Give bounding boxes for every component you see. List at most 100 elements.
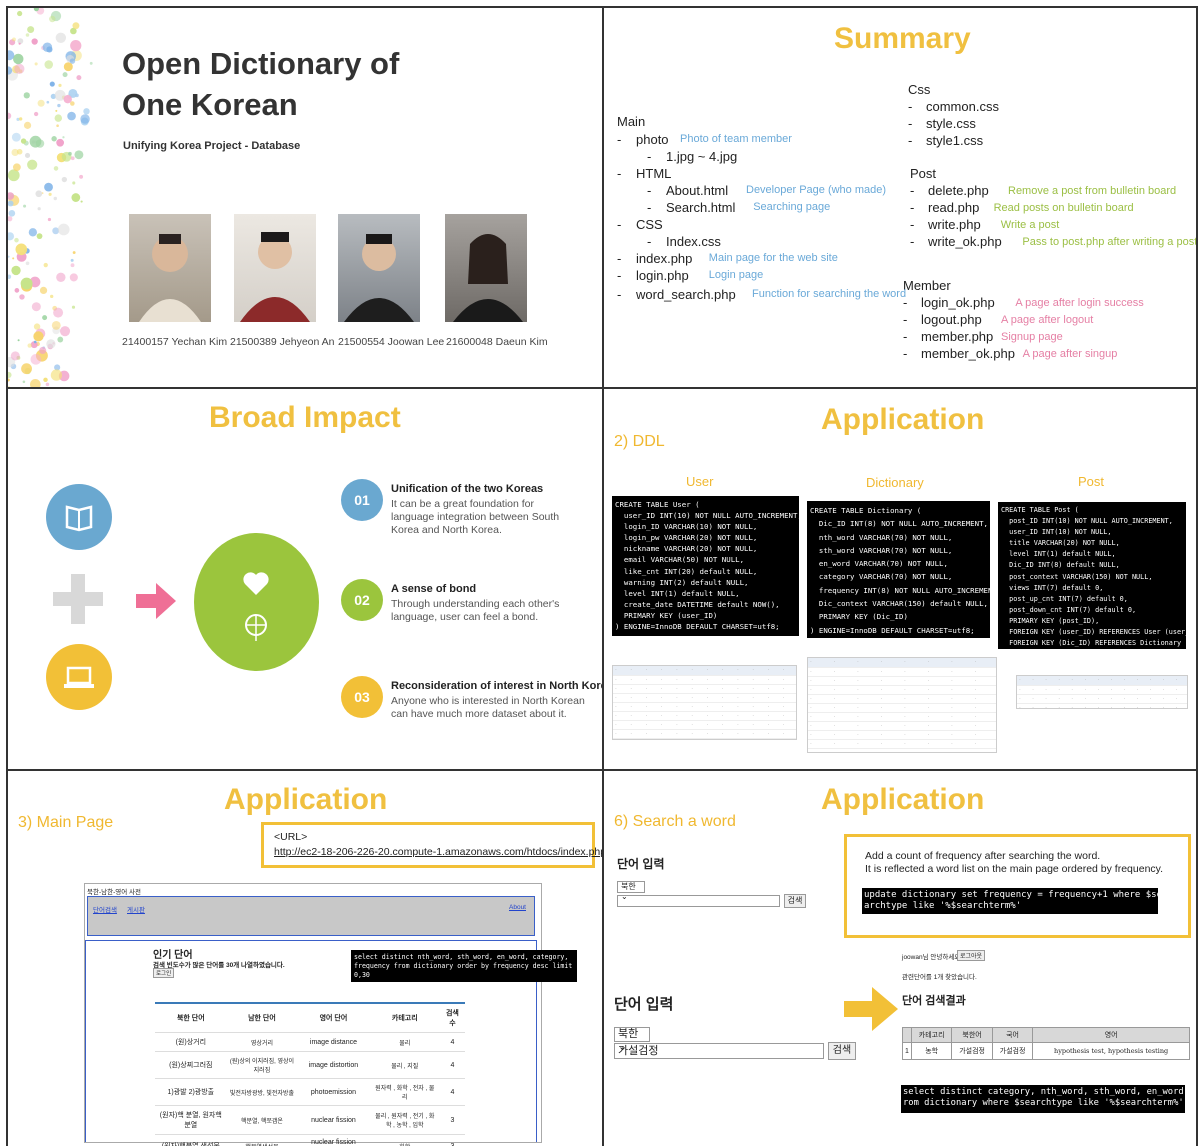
member-item-note: A page after login success (1015, 297, 1144, 309)
preview-cell: · (902, 703, 926, 713)
preview-cell: · (719, 675, 735, 685)
preview-cell: · (949, 712, 973, 722)
small-type-select[interactable]: 북한⌄ (617, 881, 645, 901)
result-cell: 가설검정 (991, 1042, 1034, 1060)
preview-cell: · (972, 712, 996, 722)
login-button[interactable]: 로그인 (153, 968, 175, 978)
preview-cell: · (658, 675, 674, 685)
preview-cell: · (1095, 676, 1109, 686)
preview-cell: · (949, 694, 973, 704)
preview-cell: · (750, 666, 766, 676)
big-search-button[interactable]: 검색 (828, 1042, 856, 1060)
result-cell: hypothesis test, hypothesis testing (1032, 1042, 1190, 1060)
main-item: CSS (636, 217, 663, 232)
main-item-dash: - (617, 268, 622, 283)
preview-cell: · (878, 685, 902, 695)
preview-cell: · (628, 720, 644, 730)
preview-cell: · (855, 676, 879, 686)
css-item: common.css (926, 99, 999, 114)
member-item-dash: - (903, 312, 908, 327)
user-table-preview: · · · · · · · · · · · · · · · · · · · · · · · · · · · · · · · · · · · · · · · ·… (612, 665, 797, 740)
big-search-input[interactable]: 가설검정 (614, 1043, 824, 1059)
nav-about[interactable]: About (509, 904, 526, 911)
preview-cell: · (831, 658, 855, 668)
preview-cell: · (704, 666, 720, 676)
preview-cell: · (750, 738, 766, 739)
nav-board[interactable]: 게시판 (127, 904, 145, 914)
member-name-4: 21600048 Daeun Kim (446, 336, 548, 348)
preview-cell: · (1095, 694, 1109, 704)
preview-cell: · (643, 729, 659, 739)
preview-cell: · (1173, 703, 1187, 708)
big-type-select[interactable]: 북한⌄ (614, 1027, 650, 1053)
preview-cell: · (674, 666, 690, 676)
preview-cell: · (878, 694, 902, 704)
preview-cell: · (704, 738, 720, 739)
member-item-dash: - (903, 346, 908, 361)
preview-cell: · (808, 676, 832, 686)
preview-cell: · (1082, 694, 1096, 704)
url-link[interactable]: http://ec2-18-206-226-20.compute-1.amazo… (274, 846, 602, 858)
preview-cell: · (1043, 703, 1057, 708)
preview-cell: · (643, 666, 659, 676)
preview-cell: · (719, 666, 735, 676)
result-header-cell: 북한어 (951, 1027, 993, 1043)
preview-cell: · (808, 667, 832, 677)
preview-cell: · (613, 720, 629, 730)
nav-word-search[interactable]: 단어검색 (93, 904, 117, 914)
logout-button[interactable]: 로그아웃 (957, 950, 986, 961)
site-screenshot: 북한-남한-영어 사전 단어검색 게시판 About 인기 단어 검색 빈도수가… (84, 883, 577, 1146)
main-page-subtitle: 3) Main Page (18, 814, 114, 831)
preview-cell: · (1108, 694, 1122, 704)
preview-cell: · (1134, 703, 1148, 708)
preview-cell: · (1043, 676, 1057, 686)
css-item: style1.css (926, 133, 984, 148)
preview-cell: · (780, 729, 796, 739)
popular-sql: select distinct nth_word, sth_word, en_w… (351, 950, 577, 982)
result-header-cell (902, 1027, 912, 1043)
preview-cell: · (628, 666, 644, 676)
impact-body-line: Anyone who is interested in North Korean (391, 695, 585, 707)
small-search-button[interactable]: 검색 (784, 894, 806, 908)
preview-cell: · (658, 729, 674, 739)
preview-cell: · (780, 666, 796, 676)
code-user-ddl: CREATE TABLE User ( user_ID INT(10) NOT … (612, 496, 799, 636)
popular-cell: 3 (439, 1105, 465, 1135)
result-cell: 농학 (910, 1042, 953, 1060)
preview-cell: · (719, 738, 735, 739)
preview-cell: · (972, 730, 996, 740)
site-title: 북한-남한-영어 사전 (87, 889, 141, 896)
popular-cell: photoemission (297, 1078, 370, 1106)
popular-header-cell: 남한 단어 (226, 1002, 298, 1033)
preview-cell: · (902, 676, 926, 686)
popular-table-row: (원자)핵분열 생성물핵분열생성물nuclear fission product… (155, 1134, 465, 1146)
preview-cell: · (1147, 676, 1161, 686)
preview-cell: · (902, 721, 926, 731)
small-search-input[interactable] (617, 895, 780, 907)
main-item-dash: - (647, 234, 652, 249)
popular-cell: (원자)핵분열 생성물 (155, 1134, 227, 1146)
ddl-title: Application (821, 403, 985, 436)
member-name-2: 21500389 Jehyeon An (230, 336, 335, 348)
preview-cell: · (878, 676, 902, 686)
preview-cell: · (1069, 676, 1083, 686)
preview-cell: · (613, 729, 629, 739)
preview-cell: · (674, 738, 690, 739)
preview-cell: · (628, 684, 644, 694)
post-item-dash: - (910, 183, 915, 198)
main-item-note: Developer Page (who made) (746, 184, 887, 196)
preview-cell: · (735, 702, 751, 712)
preview-cell: · (643, 711, 659, 721)
main-item: Index.css (666, 234, 721, 249)
broad-impact-title: Broad Impact (209, 401, 401, 434)
result-cell: 가설검정 (951, 1042, 993, 1060)
preview-cell: · (780, 684, 796, 694)
preview-cell: · (628, 693, 644, 703)
preview-cell: · (704, 702, 720, 712)
search-subtitle: 6) Search a word (614, 813, 736, 830)
member-name-3: 21500554 Joowan Lee (338, 336, 445, 348)
preview-cell: · (735, 693, 751, 703)
popular-cell: nuclear fission product (297, 1134, 370, 1146)
preview-cell: · (1030, 676, 1044, 686)
member-item-dash: - (903, 295, 908, 310)
